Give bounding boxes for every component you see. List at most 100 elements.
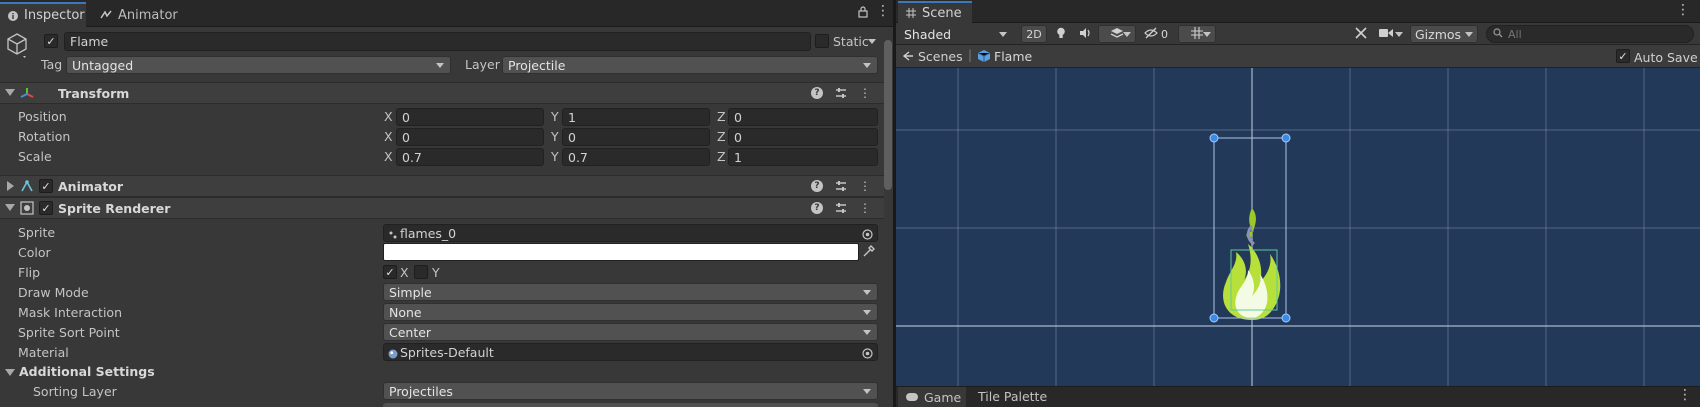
chevron-down-icon — [1395, 32, 1403, 37]
preset-icon[interactable] — [834, 179, 848, 193]
scale-x-field[interactable]: 0.7 — [396, 148, 544, 166]
animator-icon — [100, 10, 112, 20]
flip-x-label: X — [400, 265, 409, 280]
axis-y-label: Y — [551, 129, 559, 144]
additional-settings-foldout[interactable]: Additional Settings — [19, 364, 155, 379]
object-picker-icon[interactable] — [862, 228, 873, 243]
lighting-toggle[interactable] — [1050, 25, 1072, 43]
help-icon[interactable]: ? — [810, 201, 824, 215]
rotation-z-field[interactable]: 0 — [728, 128, 878, 146]
tab-animator[interactable]: Animator — [92, 3, 182, 27]
static-dropdown-arrow[interactable] — [868, 39, 876, 44]
kebab-menu-icon[interactable]: ⋮ — [858, 86, 872, 100]
kebab-menu-icon[interactable]: ⋮ — [1678, 387, 1692, 403]
animator-enabled-checkbox[interactable]: ✓ — [39, 179, 53, 193]
tab-game[interactable]: Game — [898, 387, 966, 407]
rect-handle[interactable] — [1209, 313, 1219, 323]
position-y-field[interactable]: 1 — [562, 108, 710, 126]
hidden-objects-toggle[interactable]: 0 — [1140, 25, 1174, 43]
chevron-down-icon — [863, 63, 871, 68]
shading-value: Shaded — [904, 26, 952, 42]
kebab-menu-icon[interactable]: ⋮ — [876, 3, 890, 19]
tools-toggle[interactable] — [1350, 25, 1372, 43]
audio-toggle[interactable] — [1074, 25, 1096, 43]
kebab-menu-icon[interactable]: ⋮ — [1676, 2, 1690, 18]
effects-toggle[interactable] — [1098, 25, 1136, 43]
tab-tile-palette[interactable]: Tile Palette — [978, 389, 1047, 404]
lightbulb-icon — [1056, 27, 1066, 42]
preset-icon[interactable] — [834, 201, 848, 215]
transform-header[interactable]: Transform ? ⋮ — [0, 82, 884, 104]
scene-toolbar: Shaded 2D 0 Gizmos — [896, 23, 1700, 45]
color-swatch[interactable] — [383, 243, 859, 261]
draw-mode-dropdown[interactable]: Simple — [383, 283, 878, 301]
scale-z-field[interactable]: 1 — [728, 148, 878, 166]
layer-label: Layer — [465, 57, 500, 72]
sprite-renderer-enabled-checkbox[interactable]: ✓ — [39, 201, 53, 215]
row-label: Scale — [18, 149, 52, 164]
eyedropper-icon[interactable] — [862, 244, 876, 261]
active-checkbox[interactable]: ✓ — [44, 34, 58, 48]
position-x-field[interactable]: 0 — [396, 108, 544, 126]
sort-point-dropdown[interactable]: Center — [383, 323, 878, 341]
foldout-open-icon[interactable] — [5, 89, 15, 96]
gizmos-dropdown[interactable]: Gizmos — [1410, 25, 1478, 43]
position-z-field[interactable]: 0 — [728, 108, 878, 126]
grid-toggle[interactable] — [1178, 25, 1216, 43]
kebab-menu-icon[interactable]: ⋮ — [858, 201, 872, 215]
layer-dropdown[interactable]: Projectile — [502, 56, 878, 74]
sort-point-label: Sprite Sort Point — [18, 325, 120, 340]
camera-toggle[interactable] — [1374, 25, 1408, 43]
sprite-object-field[interactable]: flames_0 — [383, 224, 878, 242]
axis-x-label: X — [384, 109, 393, 124]
flip-y-checkbox[interactable] — [414, 265, 428, 279]
tab-label: Scene — [922, 5, 962, 21]
preset-icon[interactable] — [834, 86, 848, 100]
help-icon[interactable]: ? — [810, 86, 824, 100]
rect-handle[interactable] — [1281, 133, 1291, 143]
object-name-field[interactable]: Flame — [64, 32, 811, 51]
scene-search-field[interactable] — [1486, 25, 1694, 43]
gameobject-cube-icon — [6, 32, 28, 61]
inspector-scrollbar[interactable] — [884, 40, 892, 190]
tab-scene[interactable]: Scene — [898, 1, 972, 23]
scale-y-field[interactable]: 0.7 — [562, 148, 710, 166]
rect-handle[interactable] — [1281, 313, 1291, 323]
rotation-y-field[interactable]: 0 — [562, 128, 710, 146]
tag-dropdown[interactable]: Untagged — [66, 56, 451, 74]
rotation-x-field[interactable]: 0 — [396, 128, 544, 146]
axis-z-label: Z — [717, 109, 726, 124]
color-label: Color — [18, 245, 51, 260]
animator-header[interactable]: ✓ Animator ? ⋮ — [0, 175, 884, 197]
material-object-field[interactable]: Sprites-Default — [383, 343, 878, 361]
sorting-layer-dropdown[interactable]: Projectiles — [383, 382, 878, 400]
flame-sprite[interactable] — [896, 68, 1700, 386]
breadcrumb-flame[interactable]: Flame — [994, 49, 1032, 64]
scenes-back-icon[interactable] — [902, 50, 914, 65]
mask-interaction-dropdown[interactable]: None — [383, 303, 878, 321]
foldout-closed-icon[interactable] — [7, 181, 14, 191]
transform-icon — [20, 87, 34, 104]
auto-save-checkbox[interactable]: ✓ — [1616, 49, 1630, 63]
foldout-open-icon[interactable] — [5, 369, 15, 376]
object-picker-icon[interactable] — [862, 347, 873, 362]
tag-value: Untagged — [72, 57, 134, 73]
shading-mode-dropdown[interactable]: Shaded — [898, 25, 1014, 43]
help-icon[interactable]: ? — [810, 179, 824, 193]
auto-save-label: Auto Save — [1634, 50, 1698, 65]
lock-icon[interactable] — [858, 6, 868, 21]
rect-handle[interactable] — [1209, 133, 1219, 143]
foldout-open-icon[interactable] — [5, 204, 15, 211]
sprite-renderer-header[interactable]: ✓ Sprite Renderer ? ⋮ — [0, 197, 884, 219]
breadcrumb-scenes[interactable]: Scenes — [918, 49, 963, 64]
layer-value: Projectile — [508, 57, 566, 73]
static-checkbox[interactable] — [815, 34, 829, 48]
material-label: Material — [18, 345, 69, 360]
flip-x-checkbox[interactable]: ✓ — [383, 265, 397, 279]
scene-viewport[interactable] — [896, 68, 1700, 386]
chevron-down-icon — [863, 330, 871, 335]
kebab-menu-icon[interactable]: ⋮ — [858, 179, 872, 193]
toggle-2d-button[interactable]: 2D — [1021, 25, 1047, 43]
tab-inspector[interactable]: Inspector — [0, 2, 86, 27]
scene-search-input[interactable] — [1508, 27, 1678, 41]
